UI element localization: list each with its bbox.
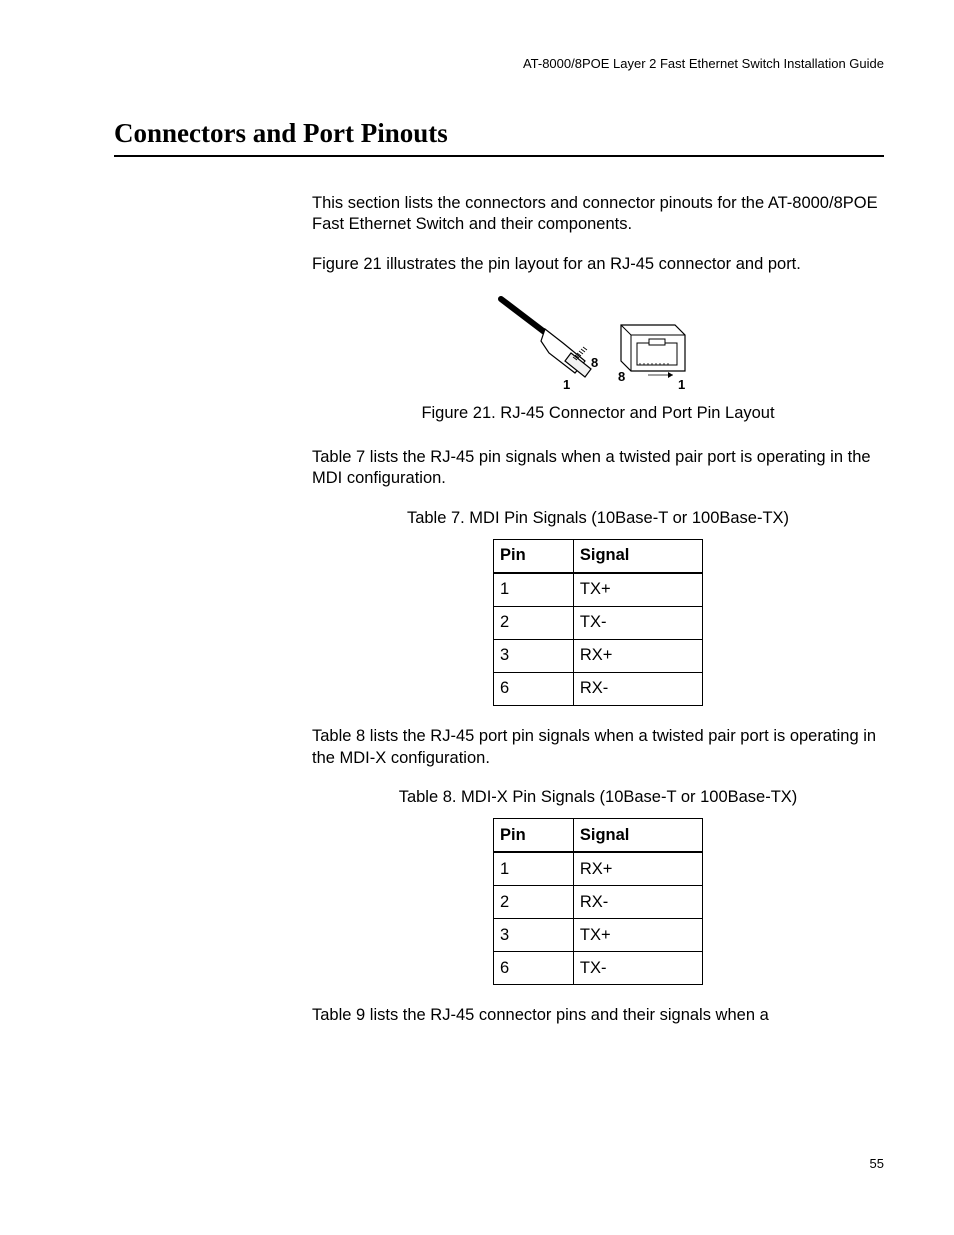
table-row: 6 RX- [494,673,703,706]
cell-pin: 3 [494,919,574,952]
body-column: This section lists the connectors and co… [312,193,884,1027]
cell-signal: RX- [573,673,702,706]
cell-pin: 6 [494,952,574,985]
intro-paragraph-2: Figure 21 illustrates the pin layout for… [312,254,884,275]
cell-pin: 3 [494,640,574,673]
rj45-jack-icon [621,325,685,371]
table-row: 3 RX+ [494,640,703,673]
page-number: 55 [870,1156,884,1171]
col-pin: Pin [494,540,574,574]
table-row: 1 RX+ [494,852,703,886]
cell-pin: 6 [494,673,574,706]
figure-caption: Figure 21. RJ-45 Connector and Port Pin … [312,403,884,424]
cell-signal: RX- [573,886,702,919]
table8-caption: Table 8. MDI-X Pin Signals (10Base-T or … [312,787,884,808]
table-row: 6 TX- [494,952,703,985]
table-header-row: Pin Signal [494,540,703,574]
cell-signal: TX+ [573,919,702,952]
table-row: 2 RX- [494,886,703,919]
table8: Pin Signal 1 RX+ 2 RX- 3 TX+ 6 [493,818,703,985]
table-header-row: Pin Signal [494,819,703,853]
cell-pin: 2 [494,886,574,919]
table-row: 1 TX+ [494,573,703,607]
rj45-diagram: 1 8 [493,293,703,393]
table7-caption: Table 7. MDI Pin Signals (10Base-T or 10… [312,508,884,529]
table7: Pin Signal 1 TX+ 2 TX- 3 RX+ 6 [493,539,703,706]
cell-pin: 1 [494,573,574,607]
cell-signal: TX- [573,607,702,640]
col-signal: Signal [573,819,702,853]
cell-signal: RX+ [573,852,702,886]
cell-signal: RX+ [573,640,702,673]
table-row: 3 TX+ [494,919,703,952]
jack-pin1-label: 1 [678,377,685,392]
col-signal: Signal [573,540,702,574]
cell-signal: TX+ [573,573,702,607]
paragraph-table9: Table 9 lists the RJ-45 connector pins a… [312,1005,884,1026]
col-pin: Pin [494,819,574,853]
plug-pin1-label: 1 [563,377,570,392]
cell-pin: 2 [494,607,574,640]
section-title: Connectors and Port Pinouts [114,118,884,149]
plug-pin8-label: 8 [591,355,598,370]
cell-signal: TX- [573,952,702,985]
table-row: 2 TX- [494,607,703,640]
jack-pin8-label: 8 [618,369,625,384]
section-rule [114,155,884,157]
page: AT-8000/8POE Layer 2 Fast Ethernet Switc… [0,0,954,1235]
figure-rj45: 1 8 [312,293,884,393]
intro-paragraph-1: This section lists the connectors and co… [312,193,884,236]
running-header: AT-8000/8POE Layer 2 Fast Ethernet Switc… [523,56,884,71]
paragraph-table7: Table 7 lists the RJ-45 pin signals when… [312,447,884,490]
cell-pin: 1 [494,852,574,886]
rj45-plug-icon [501,299,591,377]
paragraph-table8: Table 8 lists the RJ-45 port pin signals… [312,726,884,769]
